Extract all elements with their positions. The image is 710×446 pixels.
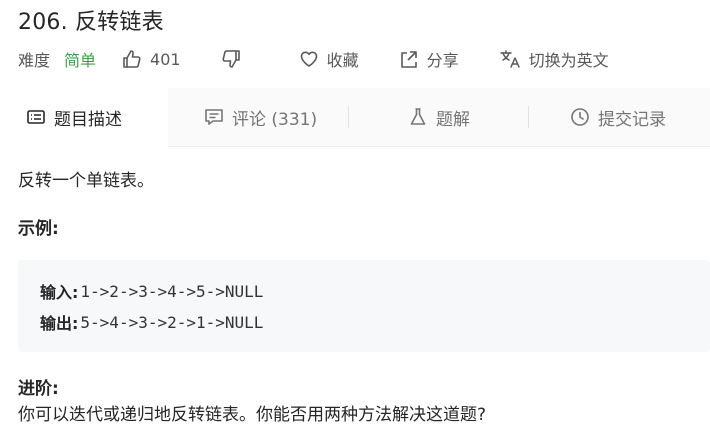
dislike-button[interactable]	[221, 49, 249, 69]
problem-title: 206. 反转链表	[18, 10, 164, 35]
like-count: 401	[150, 49, 181, 69]
switch-language-label: 切换为英文	[528, 51, 609, 70]
example-heading: 示例:	[18, 219, 59, 239]
input-label: 输入:	[40, 283, 79, 302]
tab-label: 题目描述	[54, 109, 122, 130]
tab-comments[interactable]: 评论 (331)	[204, 88, 317, 146]
like-button[interactable]: 401	[122, 49, 181, 69]
problem-content: 反转一个单链表。 示例: 输入: 1->2->3->4->5->NULL 输出:…	[18, 166, 710, 425]
share-button[interactable]: 分享	[399, 47, 459, 71]
difficulty-badge: 简单	[64, 51, 97, 70]
problem-description: 反转一个单链表。	[18, 171, 154, 191]
difficulty-label: 难度	[18, 51, 51, 70]
heart-icon	[300, 51, 317, 67]
tab-label: 题解	[436, 109, 470, 130]
clock-icon	[571, 108, 589, 126]
tab-solutions[interactable]: 题解	[408, 88, 470, 146]
description-icon	[27, 110, 45, 124]
thumbs-up-icon	[123, 50, 141, 68]
share-label: 分享	[426, 51, 459, 70]
favorite-button[interactable]: 收藏	[299, 47, 359, 71]
favorite-label: 收藏	[326, 51, 359, 70]
problem-tab-bar: 题目描述 评论 (331) 题解 提交记录	[0, 88, 710, 147]
comment-icon	[205, 109, 223, 125]
flask-icon	[410, 108, 426, 125]
output-value: 5->4->3->2->1->NULL	[80, 312, 264, 332]
tab-label: 评论 (331)	[232, 109, 318, 130]
example-code-block: 输入: 1->2->3->4->5->NULL 输出: 5->4->3->2->…	[18, 260, 710, 352]
advanced-text: 你可以迭代或递归地反转链表。你能否用两种方法解决这道题?	[18, 405, 487, 425]
switch-language-button[interactable]: 切换为英文	[499, 47, 609, 71]
share-icon	[400, 51, 417, 68]
example-input-line: 输入: 1->2->3->4->5->NULL	[40, 278, 263, 304]
tab-divider	[528, 106, 529, 128]
problem-meta-bar: 难度 简单 401 收藏 分享 切换为英文	[18, 46, 609, 72]
advanced-heading: 进阶:	[18, 379, 59, 399]
thumbs-down-icon	[222, 50, 240, 68]
input-value: 1->2->3->4->5->NULL	[80, 281, 264, 301]
tab-divider	[348, 106, 349, 128]
tab-label: 提交记录	[598, 109, 666, 130]
translate-icon	[499, 50, 520, 68]
example-output-line: 输出: 5->4->3->2->1->NULL	[40, 309, 263, 335]
tab-description[interactable]: 题目描述	[0, 88, 168, 147]
tab-submissions[interactable]: 提交记录	[570, 88, 666, 146]
output-label: 输出:	[40, 314, 79, 333]
